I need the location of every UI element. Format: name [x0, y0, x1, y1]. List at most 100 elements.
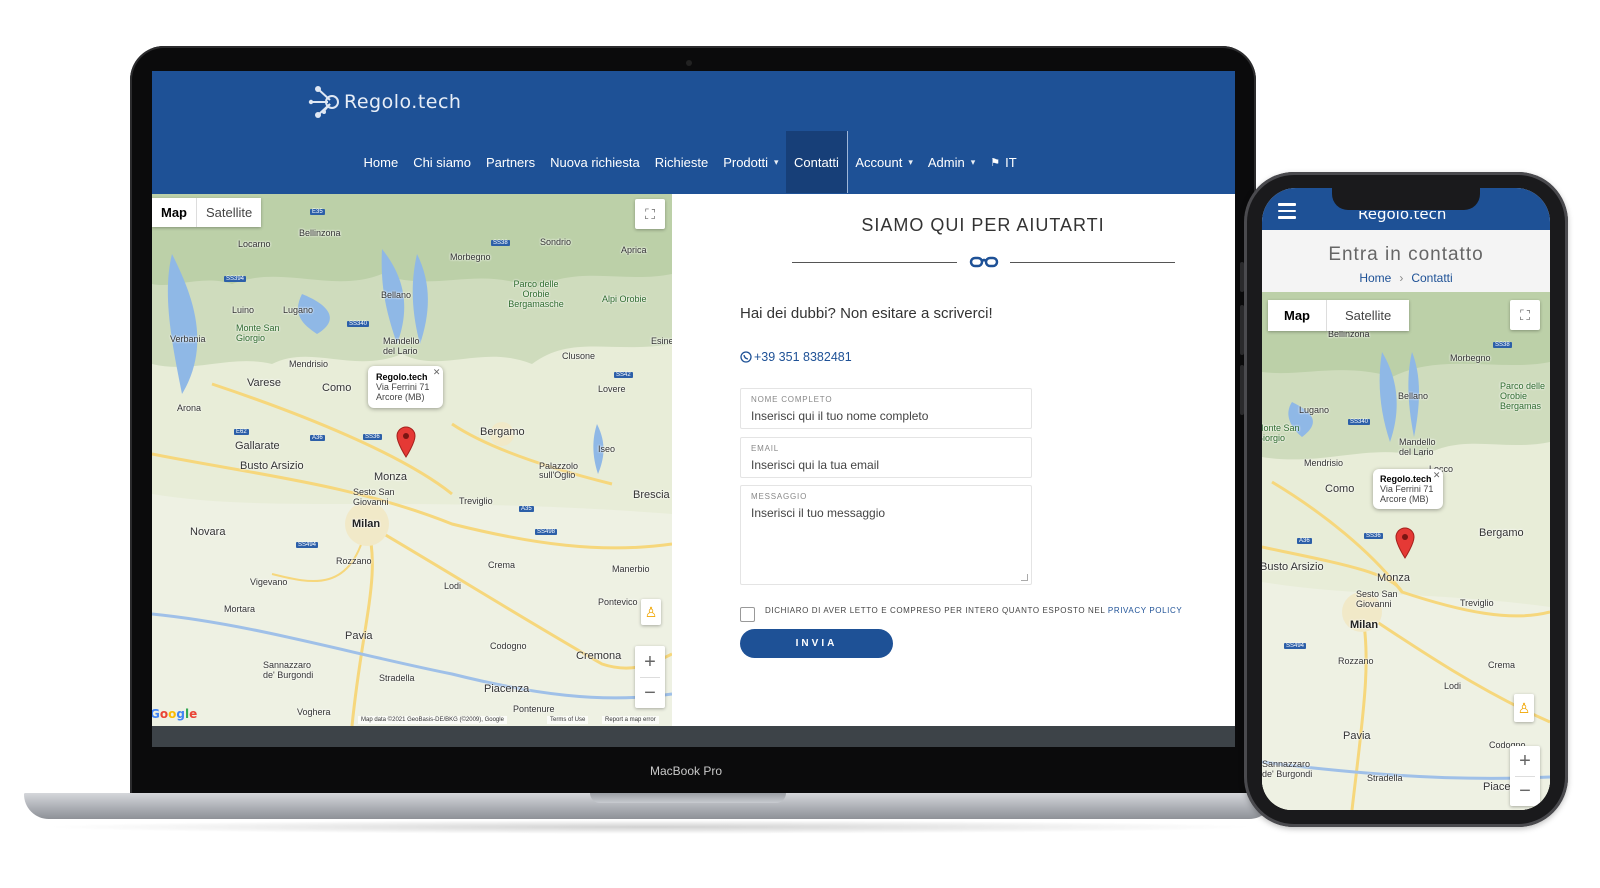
- nav-nuova-richiesta[interactable]: Nuova richiesta: [543, 131, 648, 193]
- map-label: Verbania: [170, 334, 206, 344]
- map-label: Lugano: [283, 305, 314, 315]
- phone-screen: Regolo.tech Entra in contatto Home › Conta…: [1262, 188, 1550, 810]
- laptop-opening-notch: [590, 793, 786, 803]
- info-title: Regolo.tech: [376, 372, 428, 382]
- laptop-camera: [686, 60, 692, 66]
- map-label: Parco delle Orobie Bergamasche: [508, 279, 564, 309]
- road-sign: SS340: [347, 321, 370, 327]
- pegman-icon[interactable]: ♙: [1514, 694, 1534, 722]
- map-label: Clusone: [562, 351, 596, 361]
- fullscreen-icon[interactable]: ⛶: [1510, 300, 1540, 330]
- map-label: Gallarate: [235, 440, 280, 452]
- road-sign: SS38: [491, 240, 510, 246]
- map-type-satellite[interactable]: Satellite: [1326, 300, 1409, 331]
- google-map[interactable]: Locarno Bellinzona Sondrio Aprica Morbeg…: [152, 194, 672, 726]
- map-type-map[interactable]: Map: [1268, 300, 1326, 331]
- breadcrumb-home[interactable]: Home: [1359, 271, 1391, 285]
- privacy-policy-link[interactable]: PRIVACY POLICY: [1108, 606, 1182, 615]
- map-type-map[interactable]: Map: [152, 198, 196, 227]
- map-terms-link[interactable]: Terms of Use: [547, 716, 589, 724]
- map-info-window: Regolo.tech Via Ferrini 71 Arcore (MB) ✕: [368, 366, 444, 408]
- map-type-satellite[interactable]: Satellite: [196, 198, 261, 227]
- nav-home[interactable]: Home: [356, 131, 406, 193]
- whatsapp-phone-link[interactable]: +39 351 8382481: [740, 350, 852, 364]
- map-pin-icon[interactable]: [1395, 527, 1415, 559]
- map-label: Treviglio: [459, 496, 493, 506]
- info-city: Arcore (MB): [1380, 494, 1429, 504]
- name-field[interactable]: NOME COMPLETO Inserisci qui il tuo nome …: [740, 388, 1032, 429]
- map-label: Sesto San Giovanni: [353, 487, 395, 507]
- nav-language[interactable]: ⚑ IT: [983, 131, 1024, 193]
- phone-number: +39 351 8382481: [754, 350, 852, 364]
- map-label: Pavia: [345, 630, 373, 642]
- breadcrumb-separator: ›: [1399, 271, 1404, 285]
- map-label: Monte San Giorgio: [236, 323, 280, 343]
- map-label: Lodi: [444, 581, 462, 591]
- map-label: Pavia: [1343, 730, 1371, 742]
- contact-title: SIAMO QUI PER AIUTARTI: [861, 215, 1105, 235]
- nav-contatti[interactable]: Contatti: [786, 131, 848, 193]
- map-label: Esine: [651, 336, 672, 346]
- map-label: Monza: [374, 471, 408, 483]
- map-label: Cremona: [576, 650, 622, 662]
- map-attribution: Map data ©2021 GeoBasis-DE/BKG (©2009), …: [358, 716, 507, 724]
- map-pin-icon[interactable]: [396, 426, 416, 458]
- main-nav: Home Chi siamo Partners Nuova richiesta …: [356, 131, 1024, 193]
- map-label: Milan: [352, 518, 381, 530]
- message-field[interactable]: MESSAGGIO Inserisci il tuo messaggio: [740, 485, 1032, 585]
- whatsapp-icon: [740, 351, 752, 363]
- zoom-out-icon[interactable]: −: [1519, 777, 1531, 806]
- fullscreen-icon[interactable]: ⛶: [635, 199, 665, 229]
- zoom-control: + −: [635, 646, 665, 708]
- road-sign: SS494: [1284, 643, 1307, 649]
- nav-partners[interactable]: Partners: [478, 131, 542, 193]
- map-label: Piacenza: [484, 683, 530, 695]
- hamburger-menu-icon[interactable]: [1278, 203, 1296, 223]
- email-field[interactable]: EMAIL Inserisci qui la tua email: [740, 437, 1032, 478]
- nav-richieste[interactable]: Richieste: [647, 131, 715, 193]
- road-sign: SS494: [296, 542, 319, 548]
- close-icon[interactable]: ✕: [433, 367, 441, 378]
- map-label: Treviglio: [1460, 598, 1494, 608]
- message-field-placeholder: Inserisci il tuo messaggio: [751, 506, 886, 520]
- mobile-google-map[interactable]: Bellinzona Morbegno Parco delle Orobie B…: [1262, 292, 1550, 810]
- map-label: Palazzolo sull'Oglio: [539, 461, 579, 480]
- nav-prodotti[interactable]: Prodotti ▾: [716, 131, 786, 193]
- map-label: Locarno: [238, 239, 271, 249]
- breadcrumb-current: Contatti: [1411, 271, 1453, 285]
- laptop-screen: Regolo.tech Home Chi siamo Partners Nuov…: [152, 71, 1235, 747]
- chevron-down-icon: ▾: [970, 156, 976, 167]
- map-label: Rozzano: [1338, 656, 1374, 666]
- breadcrumb: Home › Contatti: [1262, 271, 1550, 285]
- site-logo[interactable]: Regolo.tech: [308, 79, 461, 125]
- mobile-page-title: Entra in contatto: [1328, 244, 1484, 265]
- map-report-link[interactable]: Report a map error: [602, 716, 659, 724]
- map-label: Stradella: [379, 673, 415, 683]
- map-label: Varese: [247, 377, 282, 389]
- info-city: Arcore (MB): [376, 392, 425, 402]
- laptop-shadow: [40, 820, 1260, 834]
- map-label: Codogno: [490, 641, 527, 651]
- zoom-in-icon[interactable]: +: [1519, 747, 1531, 776]
- pegman-icon[interactable]: ♙: [641, 599, 661, 625]
- map-label: Voghera: [297, 707, 331, 717]
- submit-button[interactable]: INVIA: [740, 629, 893, 658]
- privacy-checkbox[interactable]: [740, 607, 755, 622]
- zoom-in-icon[interactable]: +: [644, 647, 656, 677]
- nav-admin[interactable]: Admin ▾: [920, 131, 982, 193]
- phone-side-button: [1240, 305, 1244, 355]
- map-label: Sesto San Giovanni: [1356, 589, 1398, 609]
- road-sign: A36: [310, 435, 325, 441]
- map-label: Crema: [1488, 660, 1516, 670]
- logo-text: Regolo.tech: [344, 91, 462, 113]
- mobile-map-info-window: Regolo.tech Via Ferrini 71 Arcore (MB) ✕: [1373, 469, 1444, 509]
- zoom-out-icon[interactable]: −: [644, 678, 656, 708]
- close-icon[interactable]: ✕: [1433, 470, 1441, 481]
- map-label: Bellano: [1398, 391, 1429, 401]
- map-label: Sannazzaro de' Burgondi: [1262, 759, 1313, 779]
- nav-chi-siamo[interactable]: Chi siamo: [406, 131, 479, 193]
- map-label: Milan: [1350, 619, 1379, 631]
- map-label: Novara: [190, 526, 226, 538]
- resize-handle[interactable]: [1021, 574, 1028, 581]
- nav-account[interactable]: Account ▾: [848, 131, 921, 193]
